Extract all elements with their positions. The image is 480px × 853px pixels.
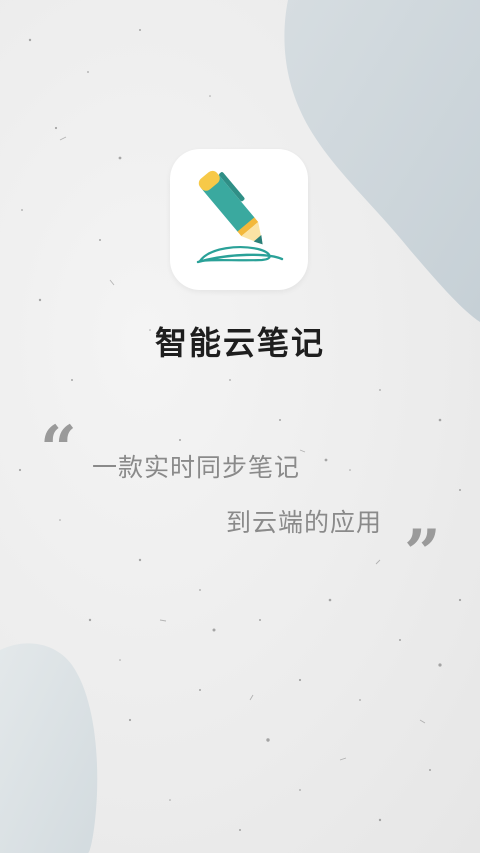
pen-writing-icon — [196, 170, 284, 264]
quote-close-mark: ” — [404, 516, 441, 591]
slogan-line-2: 到云端的应用 — [226, 508, 383, 537]
app-title: 智能云笔记 — [154, 324, 325, 362]
slogan-line-1: 一款实时同步笔记 — [92, 453, 301, 482]
quote-open-mark: “ — [40, 412, 77, 487]
app-icon — [170, 149, 308, 290]
